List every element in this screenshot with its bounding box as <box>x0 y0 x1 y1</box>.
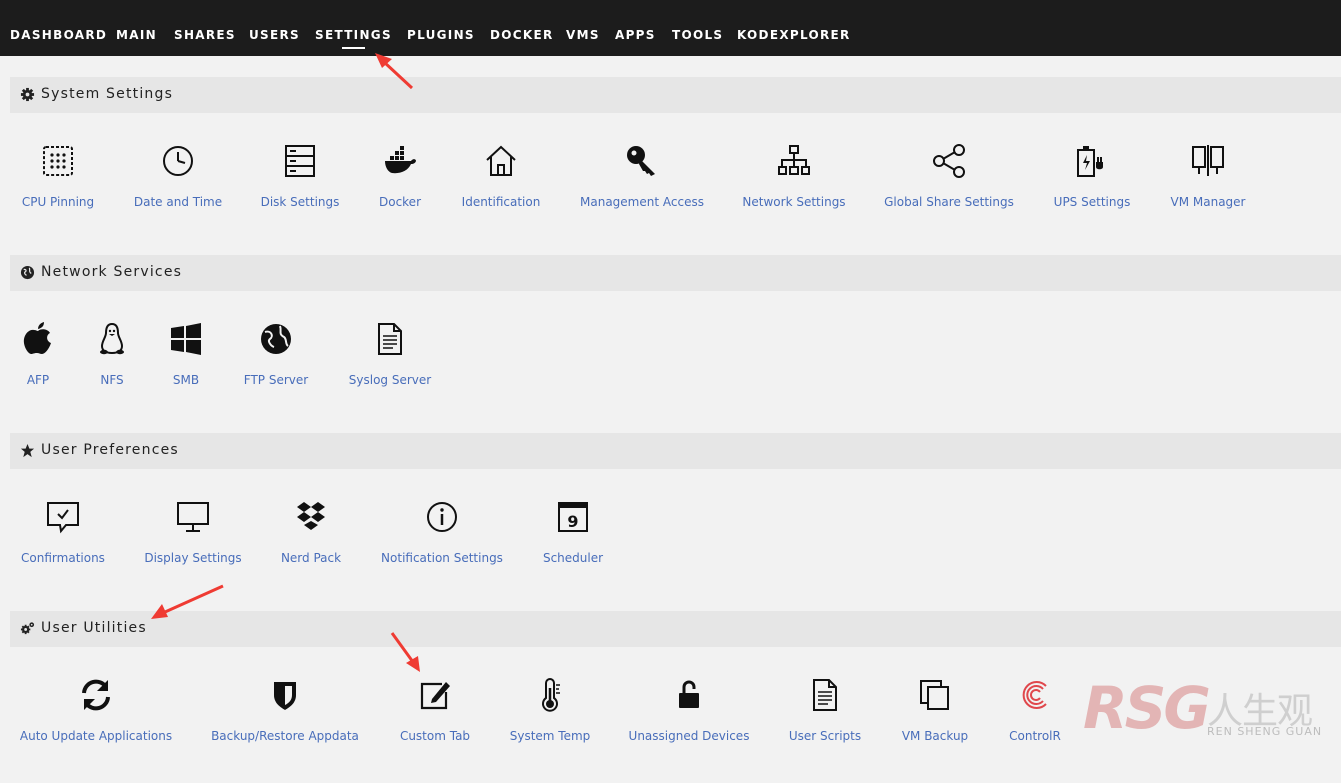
gear-icon <box>20 87 35 102</box>
script-document-icon <box>813 679 837 711</box>
nav-users[interactable]: USERS <box>249 28 300 42</box>
section-title: Network Services <box>41 264 183 280</box>
nav-shares[interactable]: SHARES <box>174 28 236 42</box>
tile-label: Scheduler <box>542 551 604 565</box>
calendar-day: 9 <box>567 512 578 531</box>
nav-vms[interactable]: VMS <box>566 28 600 42</box>
disk-settings-icon <box>285 145 315 177</box>
tile-auto-update-applications[interactable]: Auto Update Applications <box>16 678 176 758</box>
network-tree-icon <box>778 145 810 175</box>
edit-icon <box>420 682 450 710</box>
nav-main[interactable]: MAIN <box>116 28 157 42</box>
tile-system-temp[interactable]: System Temp <box>470 678 630 758</box>
tile-label: VM Manager <box>1170 195 1246 209</box>
chat-check-icon <box>47 502 79 534</box>
section-user-preferences: User Preferences <box>10 433 1341 469</box>
document-icon <box>378 323 402 355</box>
tile-network-settings[interactable]: Network Settings <box>714 144 874 224</box>
nav-plugins[interactable]: PLUGINS <box>407 28 475 42</box>
section-system-settings: System Settings <box>10 77 1341 113</box>
gears-icon <box>20 622 35 635</box>
dropbox-icon <box>297 502 325 530</box>
cpu-icon <box>43 146 73 176</box>
star-icon <box>20 443 35 458</box>
section-title: User Preferences <box>41 442 179 458</box>
ftp-globe-icon <box>261 324 291 354</box>
key-icon <box>627 146 655 176</box>
section-title: System Settings <box>41 86 174 102</box>
globe-icon <box>20 265 35 280</box>
nav-apps[interactable]: APPS <box>615 28 656 42</box>
home-icon <box>486 145 516 176</box>
section-title: User Utilities <box>41 620 147 636</box>
vm-monitors-icon <box>1192 145 1224 176</box>
unlock-icon <box>679 680 699 708</box>
clock-icon <box>163 146 193 176</box>
watermark: RSG 人生观 REN SHENG GUAN <box>1083 676 1341 740</box>
monitor-icon <box>177 502 209 532</box>
info-icon <box>427 502 457 532</box>
tile-label: Syslog Server <box>348 373 432 387</box>
tile-label: Auto Update Applications <box>19 729 173 743</box>
tile-vm-manager[interactable]: VM Manager <box>1128 144 1288 224</box>
share-icon <box>933 144 965 178</box>
nav-settings[interactable]: SETTINGS <box>315 28 392 49</box>
nav-kodexplorer[interactable]: KODEXPLORER <box>737 28 851 42</box>
nav-tools[interactable]: TOOLS <box>672 28 723 42</box>
nav-dashboard[interactable]: DASHBOARD <box>10 28 107 42</box>
tile-scheduler[interactable]: 9 Scheduler <box>493 500 653 580</box>
top-navigation: DASHBOARD MAIN SHARES USERS SETTINGS PLU… <box>0 0 1341 56</box>
tile-global-share-settings[interactable]: Global Share Settings <box>869 144 1029 224</box>
tile-backup-restore-appdata[interactable]: Backup/Restore Appdata <box>205 678 365 758</box>
watermark-logo: RSG <box>1083 674 1211 742</box>
docker-whale-icon <box>385 146 416 174</box>
shield-icon <box>274 682 296 710</box>
thermometer-icon <box>542 678 560 712</box>
nav-docker[interactable]: DOCKER <box>490 28 554 42</box>
refresh-icon <box>82 679 110 711</box>
copy-icon <box>920 680 949 710</box>
watermark-pinyin: REN SHENG GUAN <box>1207 725 1323 738</box>
controlr-logo-icon <box>1022 681 1047 709</box>
battery-plug-icon <box>1077 146 1103 177</box>
tile-syslog-server[interactable]: Syslog Server <box>310 322 470 402</box>
tile-identification[interactable]: Identification <box>421 144 581 224</box>
tile-management-access[interactable]: Management Access <box>562 144 722 224</box>
section-network-services: Network Services <box>10 255 1341 291</box>
calendar-icon: 9 <box>558 502 588 532</box>
section-user-utilities: User Utilities <box>10 611 1341 647</box>
